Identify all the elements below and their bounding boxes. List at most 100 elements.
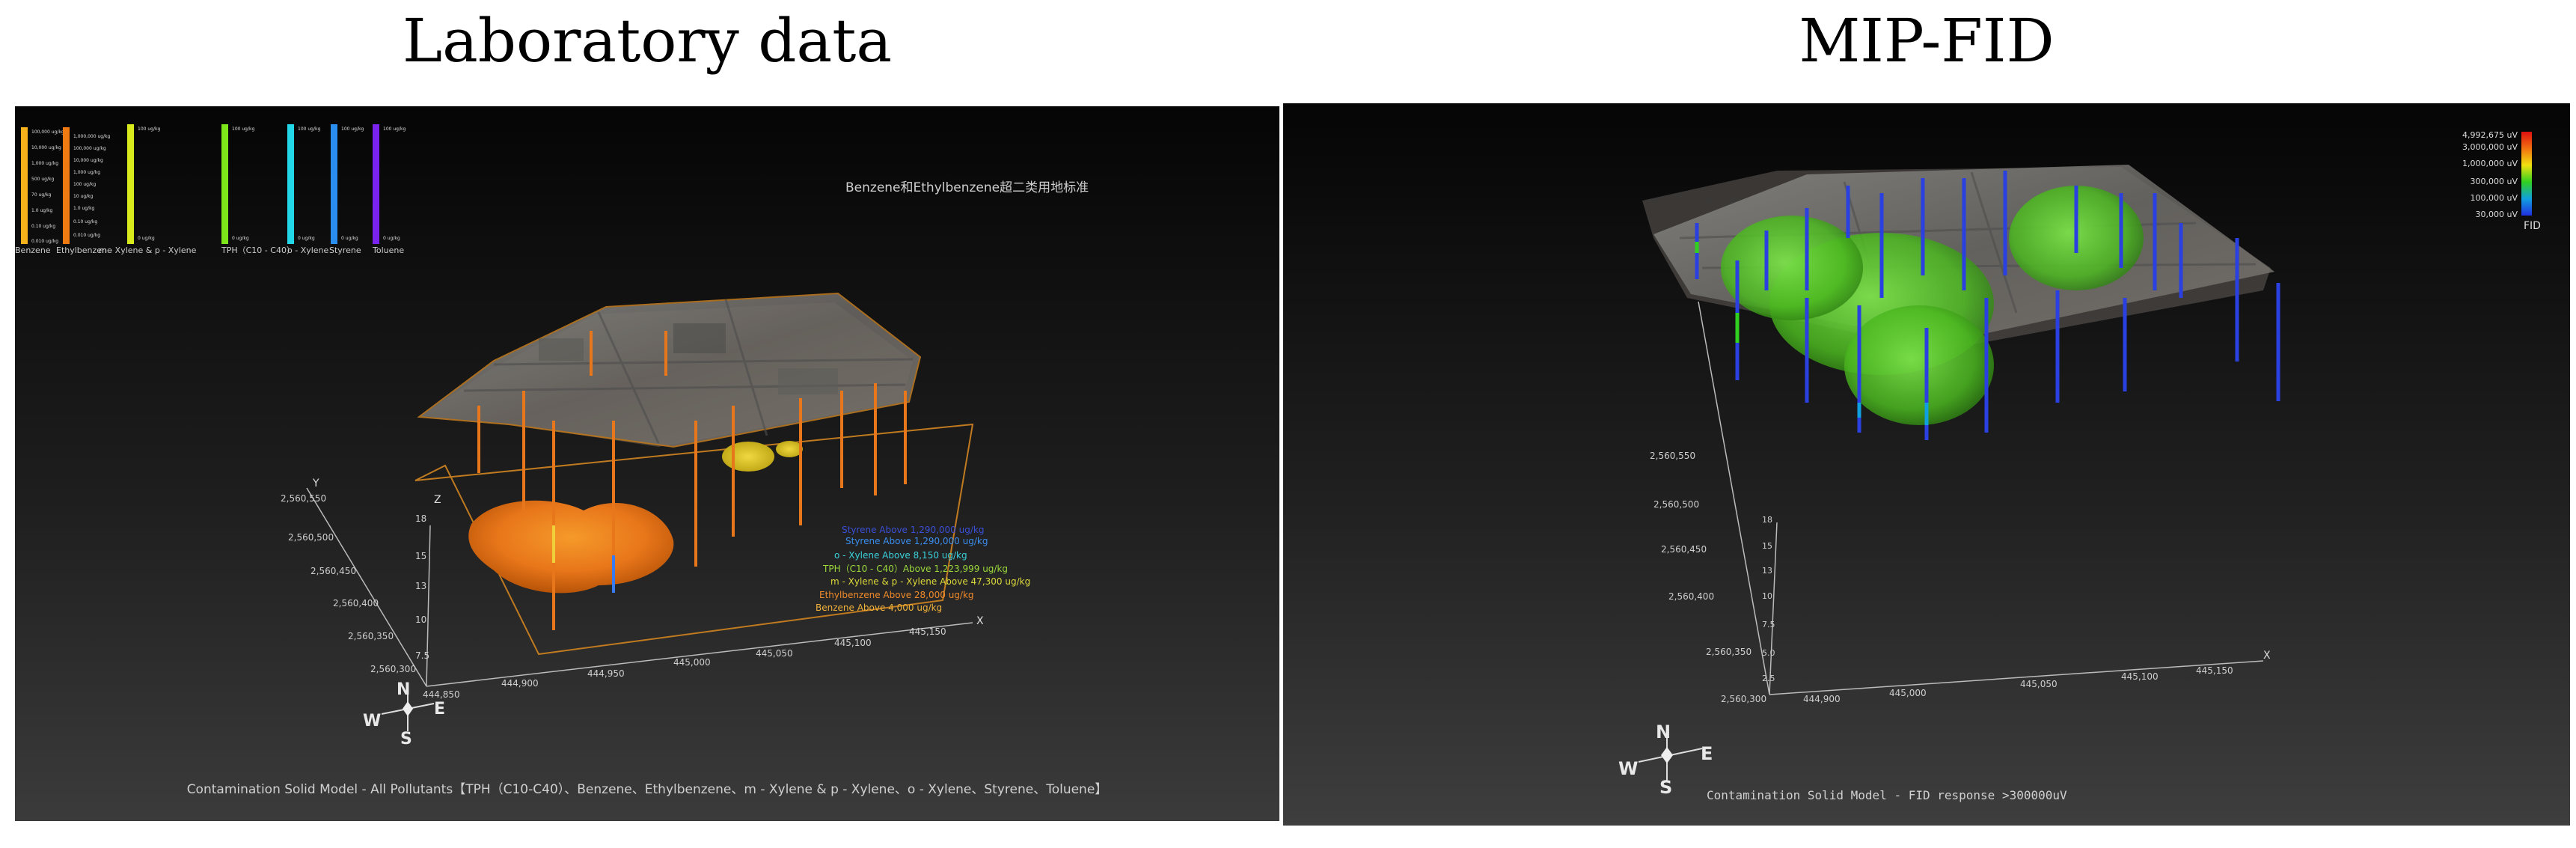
svg-text:445,050: 445,050 — [2020, 679, 2058, 689]
site-map-surface — [417, 292, 922, 448]
svg-text:18: 18 — [415, 513, 426, 524]
svg-text:N: N — [1656, 722, 1671, 742]
scalebar-ethylbenzene: 1,000,000 ug/kg 100,000 ug/kg 10,000 ug/… — [56, 127, 112, 255]
y-tick-labels: 2,560,550 2,560,500 2,560,450 2,560,400 … — [1650, 451, 1766, 704]
svg-text:FID: FID — [2524, 220, 2541, 232]
svg-text:100 ug/kg: 100 ug/kg — [138, 126, 160, 132]
svg-text:445,000: 445,000 — [1889, 688, 1927, 698]
svg-text:2,560,300: 2,560,300 — [1721, 694, 1766, 704]
svg-text:445,100: 445,100 — [2121, 671, 2159, 682]
svg-text:444,850: 444,850 — [423, 689, 460, 700]
svg-text:m - Xylene & p - Xylene Above: m - Xylene & p - Xylene Above 47,300 ug/… — [830, 576, 1030, 587]
svg-text:E: E — [434, 700, 445, 719]
svg-text:1,000 ug/kg: 1,000 ug/kg — [31, 161, 58, 166]
svg-text:S: S — [1659, 777, 1672, 798]
svg-text:100 ug/kg: 100 ug/kg — [341, 126, 364, 132]
svg-text:445,100: 445,100 — [834, 638, 872, 648]
svg-text:N: N — [397, 680, 410, 699]
svg-text:1.0 ug/kg: 1.0 ug/kg — [31, 208, 53, 213]
svg-text:2,560,300: 2,560,300 — [370, 664, 416, 674]
plume-small — [722, 442, 774, 472]
svg-text:1,000,000 ug/kg: 1,000,000 ug/kg — [73, 134, 111, 139]
svg-text:100,000 uV: 100,000 uV — [2471, 193, 2518, 203]
svg-text:4,992,675 uV: 4,992,675 uV — [2462, 130, 2518, 140]
svg-text:15: 15 — [415, 551, 426, 561]
svg-text:2,560,400: 2,560,400 — [333, 598, 379, 608]
scalebar-styrene: 100 ug/kg 0 ug/kg Styrene — [329, 124, 364, 255]
svg-text:2,560,350: 2,560,350 — [1706, 647, 1752, 657]
svg-text:Benzene: Benzene — [15, 245, 51, 255]
svg-text:0.010 ug/kg: 0.010 ug/kg — [73, 233, 100, 238]
svg-text:2,560,450: 2,560,450 — [1661, 544, 1707, 555]
svg-text:o - Xylene Above 8,150 ug/kg: o - Xylene Above 8,150 ug/kg — [834, 550, 967, 561]
svg-text:18: 18 — [1762, 515, 1772, 525]
svg-text:0 ug/kg: 0 ug/kg — [138, 236, 155, 241]
svg-text:15: 15 — [1762, 541, 1772, 551]
svg-text:0.010 ug/kg: 0.010 ug/kg — [31, 239, 58, 244]
compass-rose-icon: N S W E — [1618, 722, 1713, 798]
svg-text:10,000 ug/kg: 10,000 ug/kg — [73, 158, 103, 163]
svg-text:S: S — [400, 730, 412, 748]
right-caption: Contamination Solid Model - FID response… — [1707, 788, 2067, 802]
standard-label: Benzene和Ethylbenzene超二类用地标准 — [845, 180, 1089, 195]
svg-text:444,950: 444,950 — [587, 668, 625, 679]
svg-text:3,000,000 uV: 3,000,000 uV — [2462, 142, 2518, 152]
svg-text:Toluene: Toluene — [372, 245, 404, 255]
svg-text:10 ug/kg: 10 ug/kg — [73, 194, 94, 199]
svg-text:E: E — [1701, 743, 1713, 764]
svg-text:0.10 ug/kg: 0.10 ug/kg — [73, 219, 97, 225]
svg-text:7.5: 7.5 — [415, 650, 429, 661]
svg-text:0 ug/kg: 0 ug/kg — [383, 236, 400, 241]
scalebar-group: 100,000 ug/kg 10,000 ug/kg 1,000 ug/kg 5… — [15, 124, 406, 255]
svg-text:10,000 ug/kg: 10,000 ug/kg — [31, 145, 61, 150]
svg-text:100,000 ug/kg: 100,000 ug/kg — [31, 129, 64, 135]
svg-text:7.5: 7.5 — [1762, 620, 1775, 629]
scalebar-tph: 100 ug/kg 0 ug/kg TPH（C10 - C40） — [221, 124, 295, 255]
svg-text:2,560,550: 2,560,550 — [1650, 451, 1695, 461]
left-panel-title: Laboratory data — [402, 6, 893, 76]
svg-text:444,900: 444,900 — [501, 678, 539, 689]
left-caption: Contamination Solid Model - All Pollutan… — [187, 782, 1108, 797]
svg-text:Ethylbenzene Above 28,000 ug/k: Ethylbenzene Above 28,000 ug/kg — [819, 590, 974, 600]
svg-text:10: 10 — [415, 614, 426, 625]
contamination-legend: Styrene Above 1,290,000 ug/kg Styrene Ab… — [816, 525, 1030, 613]
svg-text:30,000 uV: 30,000 uV — [2476, 210, 2518, 219]
svg-text:100 ug/kg: 100 ug/kg — [73, 182, 96, 187]
x-tick-labels: 444,850 444,900 444,950 445,000 445,050 … — [423, 626, 946, 700]
svg-text:W: W — [1618, 758, 1638, 779]
contamination-plume — [468, 500, 674, 594]
svg-text:1,000 ug/kg: 1,000 ug/kg — [73, 170, 100, 175]
svg-text:500 ug/kg: 500 ug/kg — [31, 177, 54, 182]
axis-z-label: Z — [434, 494, 441, 506]
right-panel-title: MIP-FID — [1799, 6, 2055, 76]
svg-text:13: 13 — [415, 581, 426, 591]
svg-text:o - Xylene: o - Xylene — [287, 245, 329, 255]
svg-text:444,900: 444,900 — [1803, 694, 1841, 704]
fid-plume-lower — [1844, 305, 1994, 425]
svg-text:TPH（C10 - C40）Above 1,223,999: TPH（C10 - C40）Above 1,223,999 ug/kg — [822, 564, 1008, 574]
svg-text:70 ug/kg: 70 ug/kg — [31, 192, 52, 198]
axis-x-label: X — [2263, 650, 2271, 662]
axis-y-label: Y — [312, 478, 319, 489]
scalebar-toluene: 100 ug/kg 0 ug/kg Toluene — [372, 124, 406, 255]
svg-text:2,560,550: 2,560,550 — [281, 493, 326, 504]
scalebar-benzene: 100,000 ug/kg 10,000 ug/kg 1,000 ug/kg 5… — [15, 127, 64, 255]
svg-text:Styrene Above 1,290,000 ug/kg: Styrene Above 1,290,000 ug/kg — [845, 536, 988, 546]
scalebar-o-xylene: 100 ug/kg 0 ug/kg o - Xylene — [287, 124, 329, 255]
svg-text:2,560,350: 2,560,350 — [348, 631, 394, 641]
svg-text:0 ug/kg: 0 ug/kg — [232, 236, 249, 241]
svg-text:Styrene: Styrene — [329, 245, 361, 255]
svg-text:5.0: 5.0 — [1762, 648, 1775, 658]
svg-text:2.5: 2.5 — [1762, 674, 1775, 683]
scalebar-m-p-xylene: 100 ug/kg 0 ug/kg m - Xylene & p - Xylen… — [99, 124, 197, 255]
svg-text:2,560,500: 2,560,500 — [288, 532, 334, 543]
svg-text:2,560,400: 2,560,400 — [1668, 591, 1714, 602]
svg-text:0.10 ug/kg: 0.10 ug/kg — [31, 224, 55, 229]
svg-text:100 ug/kg: 100 ug/kg — [298, 126, 320, 132]
svg-text:0 ug/kg: 0 ug/kg — [298, 236, 315, 241]
svg-text:100 ug/kg: 100 ug/kg — [383, 126, 406, 132]
svg-text:2,560,500: 2,560,500 — [1653, 499, 1699, 510]
laboratory-data-panel: 100,000 ug/kg 10,000 ug/kg 1,000 ug/kg 5… — [15, 106, 1279, 821]
svg-text:10: 10 — [1762, 591, 1772, 601]
fid-plume-west — [1721, 216, 1863, 320]
